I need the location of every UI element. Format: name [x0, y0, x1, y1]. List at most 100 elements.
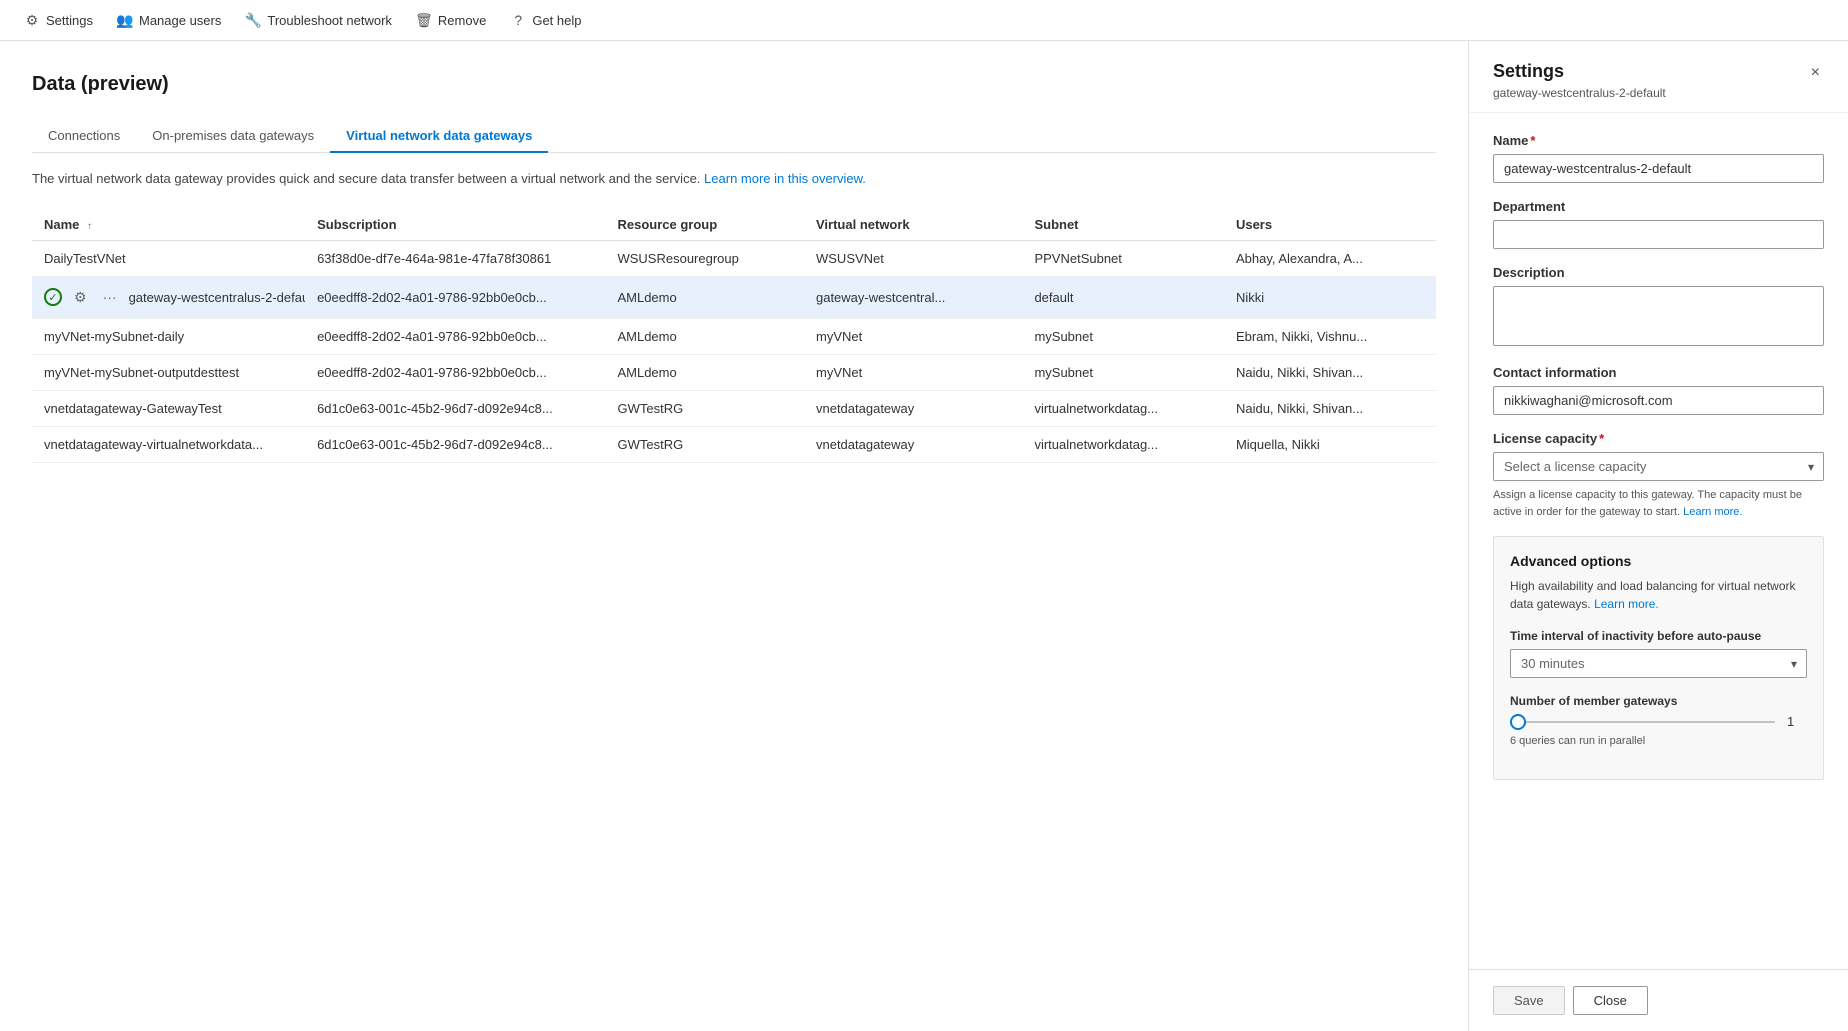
col-header-users: Users: [1224, 209, 1436, 241]
settings-footer: Save Close: [1469, 969, 1848, 1031]
time-interval-select[interactable]: 5 minutes 10 minutes 15 minutes 30 minut…: [1510, 649, 1807, 678]
license-label: License capacity*: [1493, 431, 1824, 446]
toolbar-troubleshoot[interactable]: 🔧 Troubleshoot network: [245, 12, 392, 28]
department-input[interactable]: [1493, 220, 1824, 249]
cell-subscription: e0eedff8-2d02-4a01-9786-92bb0e0cb...: [305, 276, 605, 318]
settings-title: Settings: [1493, 61, 1807, 82]
row-name: DailyTestVNet: [44, 251, 126, 266]
cell-subnet: PPVNetSubnet: [1022, 240, 1224, 276]
row-name: vnetdatagateway-GatewayTest: [44, 401, 222, 416]
remove-icon: 🗑: [416, 12, 432, 28]
cell-virtual-network: myVNet: [804, 318, 1022, 354]
advanced-learn-more-link[interactable]: Learn more.: [1594, 597, 1659, 611]
row-name: myVNet-mySubnet-daily: [44, 329, 184, 344]
cell-users: Abhay, Alexandra, A...: [1224, 240, 1436, 276]
toolbar-manage-users-label: Manage users: [139, 13, 221, 28]
settings-close-button[interactable]: ×: [1807, 61, 1824, 85]
sort-icon-name: ↑: [87, 221, 92, 232]
department-label: Department: [1493, 199, 1824, 214]
data-table: Name ↑ Subscription Resource group Virtu…: [32, 209, 1436, 463]
license-select[interactable]: Select a license capacity: [1493, 452, 1824, 481]
tab-on-premises[interactable]: On-premises data gateways: [136, 120, 330, 153]
settings-subtitle: gateway-westcentralus-2-default: [1493, 86, 1807, 100]
col-header-vnet: Virtual network: [804, 209, 1022, 241]
save-button[interactable]: Save: [1493, 986, 1565, 1015]
cell-users: Naidu, Nikki, Shivan...: [1224, 354, 1436, 390]
license-helper-text: Assign a license capacity to this gatewa…: [1493, 487, 1824, 520]
page-title: Data (preview): [32, 73, 1436, 96]
toolbar-settings[interactable]: ⚙ Settings: [24, 12, 93, 28]
time-interval-label: Time interval of inactivity before auto-…: [1510, 629, 1807, 643]
left-panel: Data (preview) Connections On-premises d…: [0, 41, 1468, 1031]
cell-name: ✓ ⚙ ··· gateway-westcentralus-2-default: [32, 276, 305, 318]
cell-subnet: virtualnetworkdatag...: [1022, 426, 1224, 462]
settings-icon: ⚙: [24, 12, 40, 28]
form-group-department: Department: [1493, 199, 1824, 249]
cell-subnet: virtualnetworkdatag...: [1022, 390, 1224, 426]
row-gear-button[interactable]: ⚙: [70, 287, 91, 308]
toolbar-manage-users[interactable]: 👥 Manage users: [117, 12, 221, 28]
cell-subscription: e0eedff8-2d02-4a01-9786-92bb0e0cb...: [305, 318, 605, 354]
contact-label: Contact information: [1493, 365, 1824, 380]
table-row[interactable]: myVNet-mySubnet-outputdestteste0eedff8-2…: [32, 354, 1436, 390]
form-group-time-interval: Time interval of inactivity before auto-…: [1510, 629, 1807, 678]
description-label: Description: [1493, 265, 1824, 280]
table-row[interactable]: myVNet-mySubnet-daily e0eedff8-2d02-4a01-…: [32, 318, 1436, 354]
cell-name: myVNet-mySubnet-daily: [32, 318, 305, 354]
member-gateways-slider[interactable]: [1510, 721, 1775, 723]
col-header-name: Name ↑: [32, 209, 305, 241]
license-select-wrapper: Select a license capacity: [1493, 452, 1824, 481]
cell-users: Ebram, Nikki, Vishnu...: [1224, 318, 1436, 354]
table-row[interactable]: ✓ ⚙ ··· gateway-westcentralus-2-default …: [32, 276, 1436, 318]
settings-title-group: Settings gateway-westcentralus-2-default: [1493, 61, 1807, 100]
settings-body: Name* Department Description Contact inf…: [1469, 113, 1848, 969]
time-interval-select-wrapper: 5 minutes 10 minutes 15 minutes 30 minut…: [1510, 649, 1807, 678]
cell-name: vnetdatagateway-GatewayTest: [32, 390, 305, 426]
toolbar: ⚙ Settings 👥 Manage users 🔧 Troubleshoot…: [0, 0, 1848, 41]
row-more-button[interactable]: ···: [99, 287, 121, 307]
toolbar-get-help[interactable]: ? Get help: [510, 12, 581, 28]
settings-header: Settings gateway-westcentralus-2-default…: [1469, 41, 1848, 113]
cell-resource-group: GWTestRG: [605, 390, 804, 426]
toolbar-get-help-label: Get help: [532, 13, 581, 28]
cell-subnet: mySubnet: [1022, 318, 1224, 354]
cell-users: Nikki: [1224, 276, 1436, 318]
manage-users-icon: 👥: [117, 12, 133, 28]
cell-resource-group: WSUSResouregroup: [605, 240, 804, 276]
table-row[interactable]: DailyTestVNet63f38d0e-df7e-464a-981e-47f…: [32, 240, 1436, 276]
toolbar-remove-label: Remove: [438, 13, 486, 28]
row-name: myVNet-mySubnet-outputdesttest: [44, 365, 239, 380]
cell-name: vnetdatagateway-virtualnetworkdata...: [32, 426, 305, 462]
tab-connections[interactable]: Connections: [32, 120, 136, 153]
cell-users: Naidu, Nikki, Shivan...: [1224, 390, 1436, 426]
learn-more-link[interactable]: Learn more in this overview.: [704, 171, 866, 186]
toolbar-remove[interactable]: 🗑 Remove: [416, 12, 486, 28]
row-name: gateway-westcentralus-2-default: [129, 290, 306, 305]
form-group-contact: Contact information: [1493, 365, 1824, 415]
settings-panel: Settings gateway-westcentralus-2-default…: [1468, 41, 1848, 1031]
form-group-name: Name*: [1493, 133, 1824, 183]
tab-virtual-network[interactable]: Virtual network data gateways: [330, 120, 548, 153]
close-button[interactable]: Close: [1573, 986, 1648, 1015]
cell-virtual-network: vnetdatagateway: [804, 426, 1022, 462]
form-group-description: Description: [1493, 265, 1824, 349]
toolbar-settings-label: Settings: [46, 13, 93, 28]
row-actions: ⚙ ···: [70, 287, 121, 308]
name-input[interactable]: [1493, 154, 1824, 183]
form-group-license: License capacity* Select a license capac…: [1493, 431, 1824, 520]
col-header-subscription: Subscription: [305, 209, 605, 241]
table-row[interactable]: vnetdatagateway-GatewayTest6d1c0e63-001c…: [32, 390, 1436, 426]
tabs: Connections On-premises data gateways Vi…: [32, 120, 1436, 153]
toolbar-troubleshoot-label: Troubleshoot network: [267, 13, 392, 28]
slider-container: 1: [1510, 714, 1807, 729]
cell-virtual-network: vnetdatagateway: [804, 390, 1022, 426]
cell-subnet: mySubnet: [1022, 354, 1224, 390]
table-row[interactable]: vnetdatagateway-virtualnetworkdata... 6d1…: [32, 426, 1436, 462]
description-textarea[interactable]: [1493, 286, 1824, 346]
advanced-options-box: Advanced options High availability and l…: [1493, 536, 1824, 780]
row-name: vnetdatagateway-virtualnetworkdata...: [44, 437, 263, 452]
cell-resource-group: AMLdemo: [605, 318, 804, 354]
cell-subscription: 6d1c0e63-001c-45b2-96d7-d092e94c8...: [305, 426, 605, 462]
contact-input[interactable]: [1493, 386, 1824, 415]
license-learn-more-link[interactable]: Learn more.: [1683, 506, 1742, 518]
